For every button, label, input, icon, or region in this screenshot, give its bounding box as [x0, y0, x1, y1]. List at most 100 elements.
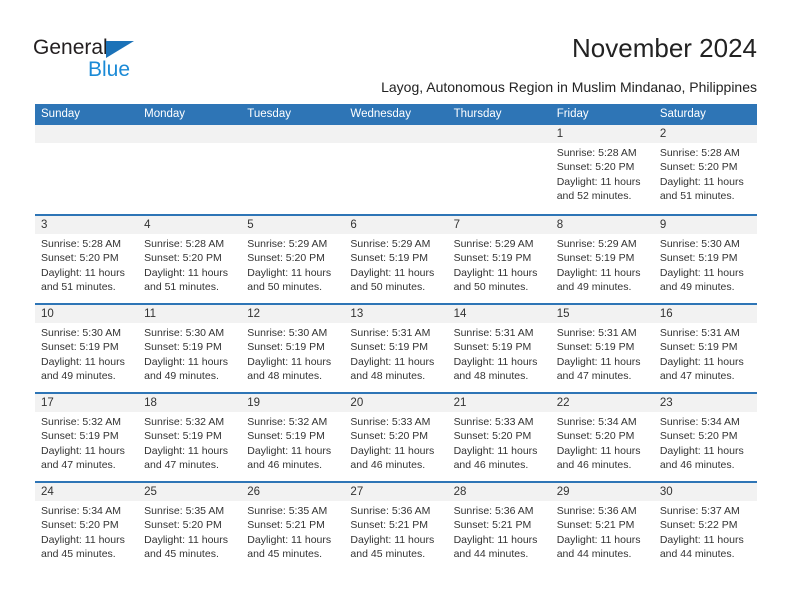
calendar-day-cell[interactable]: 9 Sunrise: 5:30 AM Sunset: 5:19 PM Daylight…: [653, 216, 757, 303]
calendar-day-cell[interactable]: 15 Sunrise: 5:31 AM Sunset: 5:19 PM Dayligh…: [550, 305, 654, 392]
day-number: 22: [550, 394, 654, 412]
sunset-text: Sunset: 5:20 PM: [247, 252, 325, 265]
sunrise-text: Sunrise: 5:34 AM: [659, 416, 740, 428]
day-sun-info: Sunrise: 5:32 AM Sunset: 5:19 PM Daylight:…: [138, 412, 241, 472]
day-sun-info: Sunrise: 5:35 AM Sunset: 5:21 PM Daylight:…: [241, 501, 344, 561]
daylight-text: Daylight: 11 hours and 46 minutes.: [247, 444, 332, 471]
daylight-text: Daylight: 11 hours and 51 minutes.: [144, 266, 228, 293]
day-sun-info: Sunrise: 5:30 AM Sunset: 5:19 PM Daylight:…: [654, 234, 757, 294]
daylight-text: Daylight: 11 hours and 46 minutes.: [556, 444, 641, 471]
sunset-text: Sunset: 5:21 PM: [453, 519, 532, 532]
daylight-text: Daylight: 11 hours and 48 minutes.: [453, 355, 538, 382]
daylight-text: Daylight: 11 hours and 46 minutes.: [659, 444, 744, 471]
daylight-text: Daylight: 11 hours and 49 minutes.: [659, 266, 744, 293]
calendar-day-cell[interactable]: 16 Sunrise: 5:31 AM Sunset: 5:19 PM Dayligh…: [653, 305, 757, 392]
day-number: 7: [447, 216, 551, 234]
calendar-day-cell[interactable]: 18 Sunrise: 5:32 AM Sunset: 5:19 PM Dayligh…: [138, 394, 242, 481]
daylight-text: Daylight: 11 hours and 44 minutes.: [556, 533, 641, 560]
day-number: 25: [138, 483, 242, 501]
sunset-text: Sunset: 5:22 PM: [659, 519, 738, 532]
day-number: [344, 125, 448, 143]
weekday-tuesday: Tuesday: [247, 108, 291, 120]
calendar-day-cell[interactable]: 27 Sunrise: 5:36 AM Sunset: 5:21 PM Dayligh…: [344, 483, 448, 570]
daylight-text: Daylight: 11 hours and 50 minutes.: [247, 266, 332, 293]
sunset-text: Sunset: 5:19 PM: [41, 430, 119, 443]
calendar-day-cell[interactable]: 13 Sunrise: 5:31 AM Sunset: 5:19 PM Dayligh…: [344, 305, 448, 392]
sunrise-text: Sunrise: 5:31 AM: [659, 327, 740, 339]
sunset-text: Sunset: 5:21 PM: [247, 519, 325, 532]
daylight-text: Daylight: 11 hours and 47 minutes.: [41, 444, 125, 471]
calendar-day-cell[interactable]: 2 Sunrise: 5:28 AM Sunset: 5:20 PM Daylight…: [653, 125, 757, 214]
day-sun-info: Sunrise: 5:30 AM Sunset: 5:19 PM Daylight:…: [241, 323, 344, 383]
sunrise-text: Sunrise: 5:35 AM: [247, 505, 328, 517]
day-number: 12: [241, 305, 345, 323]
day-number: 30: [653, 483, 757, 501]
sunset-text: Sunset: 5:19 PM: [144, 430, 222, 443]
day-sun-info: Sunrise: 5:30 AM Sunset: 5:19 PM Daylight:…: [138, 323, 241, 383]
day-number: 20: [344, 394, 448, 412]
calendar-day-cell[interactable]: 17 Sunrise: 5:32 AM Sunset: 5:19 PM Dayligh…: [35, 394, 139, 481]
day-number: 10: [35, 305, 139, 323]
calendar-day-cell[interactable]: 8 Sunrise: 5:29 AM Sunset: 5:19 PM Daylight…: [550, 216, 654, 303]
calendar-day-cell[interactable]: 14 Sunrise: 5:31 AM Sunset: 5:19 PM Dayligh…: [447, 305, 551, 392]
sunrise-text: Sunrise: 5:29 AM: [453, 238, 534, 250]
sunset-text: Sunset: 5:20 PM: [556, 430, 635, 443]
day-number: 14: [447, 305, 551, 323]
sunset-text: Sunset: 5:19 PM: [453, 252, 532, 265]
daylight-text: Daylight: 11 hours and 48 minutes.: [350, 355, 435, 382]
day-number: 9: [653, 216, 757, 234]
day-number: 24: [35, 483, 139, 501]
calendar-day-cell[interactable]: 22 Sunrise: 5:34 AM Sunset: 5:20 PM Dayligh…: [550, 394, 654, 481]
calendar-day-cell[interactable]: 24 Sunrise: 5:34 AM Sunset: 5:20 PM Dayligh…: [35, 483, 139, 570]
calendar-day-cell[interactable]: 11 Sunrise: 5:30 AM Sunset: 5:19 PM Dayligh…: [138, 305, 242, 392]
page-header: General Blue November 2024 Layog, Autono…: [0, 0, 792, 104]
day-sun-info: Sunrise: 5:28 AM Sunset: 5:20 PM Daylight:…: [551, 143, 654, 203]
weekday-thursday: Thursday: [453, 108, 502, 120]
calendar-day-cell[interactable]: 23 Sunrise: 5:34 AM Sunset: 5:20 PM Dayligh…: [653, 394, 757, 481]
day-number: 4: [138, 216, 242, 234]
weekday-header-row: Sunday Monday Tuesday Wednesday Thursday…: [35, 104, 757, 125]
sunset-text: Sunset: 5:20 PM: [41, 252, 119, 265]
weekday-friday: Friday: [556, 108, 589, 120]
calendar-day-cell[interactable]: 28 Sunrise: 5:36 AM Sunset: 5:21 PM Dayligh…: [447, 483, 551, 570]
weekday-saturday: Saturday: [659, 108, 706, 120]
day-number: 18: [138, 394, 242, 412]
calendar-day-cell[interactable]: 25 Sunrise: 5:35 AM Sunset: 5:20 PM Dayligh…: [138, 483, 242, 570]
calendar-day-cell[interactable]: 3 Sunrise: 5:28 AM Sunset: 5:20 PM Daylight…: [35, 216, 139, 303]
calendar-day-cell[interactable]: 21 Sunrise: 5:33 AM Sunset: 5:20 PM Dayligh…: [447, 394, 551, 481]
calendar-day-cell[interactable]: 6 Sunrise: 5:29 AM Sunset: 5:19 PM Daylight…: [344, 216, 448, 303]
calendar-day-cell[interactable]: 7 Sunrise: 5:29 AM Sunset: 5:19 PM Daylight…: [447, 216, 551, 303]
sunrise-text: Sunrise: 5:37 AM: [659, 505, 740, 517]
generalblue-logo[interactable]: General Blue: [33, 36, 163, 86]
daylight-text: Daylight: 11 hours and 52 minutes.: [556, 175, 641, 202]
day-number: 26: [241, 483, 345, 501]
day-number: 16: [653, 305, 757, 323]
calendar-day-cell[interactable]: 4 Sunrise: 5:28 AM Sunset: 5:20 PM Daylight…: [138, 216, 242, 303]
daylight-text: Daylight: 11 hours and 45 minutes.: [144, 533, 228, 560]
calendar-grid: Sunday Monday Tuesday Wednesday Thursday…: [35, 104, 757, 570]
calendar-day-cell[interactable]: 30 Sunrise: 5:37 AM Sunset: 5:22 PM Dayligh…: [653, 483, 757, 570]
calendar-day-cell[interactable]: 5 Sunrise: 5:29 AM Sunset: 5:20 PM Daylight…: [241, 216, 345, 303]
sunrise-text: Sunrise: 5:29 AM: [556, 238, 637, 250]
calendar-day-cell[interactable]: 12 Sunrise: 5:30 AM Sunset: 5:19 PM Dayligh…: [241, 305, 345, 392]
daylight-text: Daylight: 11 hours and 48 minutes.: [247, 355, 332, 382]
calendar-day-cell[interactable]: 10 Sunrise: 5:30 AM Sunset: 5:19 PM Dayligh…: [35, 305, 139, 392]
day-sun-info: Sunrise: 5:31 AM Sunset: 5:19 PM Daylight:…: [344, 323, 447, 383]
calendar-day-cell[interactable]: 1 Sunrise: 5:28 AM Sunset: 5:20 PM Daylight…: [550, 125, 654, 214]
day-number: [241, 125, 345, 143]
sunrise-text: Sunrise: 5:32 AM: [41, 416, 121, 428]
sunrise-text: Sunrise: 5:31 AM: [453, 327, 534, 339]
calendar-week-row: 10 Sunrise: 5:30 AM Sunset: 5:19 PM Dayligh…: [35, 303, 757, 392]
sunset-text: Sunset: 5:19 PM: [659, 341, 738, 354]
sunrise-text: Sunrise: 5:34 AM: [556, 416, 637, 428]
calendar-day-cell[interactable]: 20 Sunrise: 5:33 AM Sunset: 5:20 PM Dayligh…: [344, 394, 448, 481]
day-number: 19: [241, 394, 345, 412]
calendar-day-cell[interactable]: 29 Sunrise: 5:36 AM Sunset: 5:21 PM Dayligh…: [550, 483, 654, 570]
sunset-text: Sunset: 5:19 PM: [247, 430, 325, 443]
sunrise-text: Sunrise: 5:29 AM: [247, 238, 328, 250]
day-number: 2: [653, 125, 757, 143]
calendar-day-cell[interactable]: 19 Sunrise: 5:32 AM Sunset: 5:19 PM Dayligh…: [241, 394, 345, 481]
calendar-day-cell[interactable]: 26 Sunrise: 5:35 AM Sunset: 5:21 PM Dayligh…: [241, 483, 345, 570]
sunset-text: Sunset: 5:20 PM: [41, 519, 119, 532]
sunset-text: Sunset: 5:21 PM: [556, 519, 635, 532]
